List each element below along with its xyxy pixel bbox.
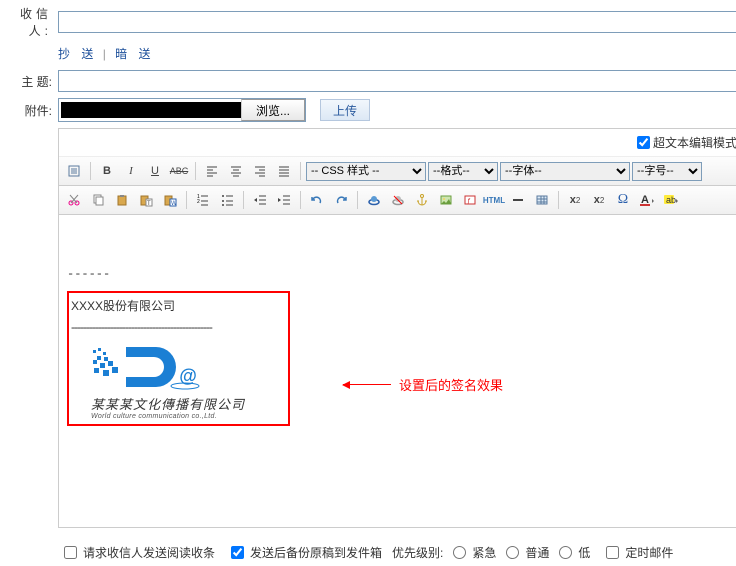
outdent-icon[interactable] <box>249 189 271 211</box>
table-icon[interactable] <box>531 189 553 211</box>
font-color-icon[interactable]: A <box>636 189 658 211</box>
paste-text-icon[interactable]: T <box>135 189 157 211</box>
strike-icon[interactable]: ABC <box>168 160 190 182</box>
priority-normal-radio[interactable] <box>506 546 519 559</box>
backup-checkbox[interactable] <box>231 546 244 559</box>
symbol-icon[interactable]: Ω <box>612 189 634 211</box>
upload-button[interactable]: 上传 <box>320 99 370 121</box>
bold-icon[interactable]: B <box>96 160 118 182</box>
align-justify-icon[interactable] <box>273 160 295 182</box>
source-icon[interactable] <box>63 160 85 182</box>
browse-button[interactable]: 浏览... <box>241 99 305 121</box>
align-right-icon[interactable] <box>249 160 271 182</box>
annotation-text: 设置后的签名效果 <box>399 375 503 394</box>
ordered-list-icon[interactable]: 12 <box>192 189 214 211</box>
cut-icon[interactable] <box>63 189 85 211</box>
backup-label: 发送后备份原稿到发件箱 <box>250 544 382 561</box>
svg-text:2: 2 <box>197 199 200 205</box>
subscript-icon[interactable]: x2 <box>564 189 586 211</box>
annotation-arrow: 设置后的签名效果 <box>343 375 503 394</box>
cc-bcc-links: 抄 送 | 暗 送 <box>58 45 736 62</box>
svg-text:W: W <box>171 201 177 207</box>
timed-label: 定时邮件 <box>625 544 673 561</box>
receipt-label: 请求收信人发送阅读收条 <box>83 544 215 561</box>
paste-icon[interactable] <box>111 189 133 211</box>
html-icon[interactable]: HTML <box>483 189 505 211</box>
unordered-list-icon[interactable] <box>216 189 238 211</box>
priority-normal-label: 普通 <box>525 544 549 561</box>
priority-urgent-radio[interactable] <box>453 546 466 559</box>
toolbar-row-1: B I U ABC -- CSS 样式 -- --格式-- --字体-- --字… <box>59 157 736 186</box>
editor-content[interactable]: ------ XXXX股份有限公司 ----------------------… <box>59 215 736 527</box>
svg-text:ƒ: ƒ <box>467 198 471 205</box>
redo-icon[interactable] <box>330 189 352 211</box>
superscript-icon[interactable]: x2 <box>588 189 610 211</box>
file-input[interactable]: 浏览... <box>58 98 306 122</box>
copy-icon[interactable] <box>87 189 109 211</box>
footer-options: 请求收信人发送阅读收条 发送后备份原稿到发件箱 优先级别: 紧急 普通 低 定时… <box>58 544 736 561</box>
subject-label: 主 题: <box>10 73 52 90</box>
to-label: 收信人: <box>10 5 52 39</box>
richtext-label: 超文本编辑模式 <box>653 134 736 151</box>
css-style-select[interactable]: -- CSS 样式 -- <box>306 162 426 181</box>
signature-box: XXXX股份有限公司 -----------------------------… <box>67 291 290 426</box>
underline-icon[interactable]: U <box>144 160 166 182</box>
logo-english-text: World culture communication co.,Ltd. <box>91 413 284 420</box>
paste-word-icon[interactable]: W <box>159 189 181 211</box>
attach-label: 附件: <box>10 102 52 119</box>
bcc-link[interactable]: 暗 送 <box>115 47 154 61</box>
font-select[interactable]: --字体-- <box>500 162 630 181</box>
richtext-checkbox[interactable] <box>637 136 650 149</box>
align-left-icon[interactable] <box>201 160 223 182</box>
logo-image: @ 某某某文化傳播有限公司 World culture communicatio… <box>71 338 286 422</box>
indent-icon[interactable] <box>273 189 295 211</box>
link-icon[interactable] <box>363 189 385 211</box>
undo-icon[interactable] <box>306 189 328 211</box>
cc-link[interactable]: 抄 送 <box>58 47 97 61</box>
priority-label: 优先级别: <box>392 544 443 561</box>
unlink-icon[interactable] <box>387 189 409 211</box>
size-select[interactable]: --字号-- <box>632 162 702 181</box>
signature-dashes: ----------------------------------------… <box>71 320 286 334</box>
logo-chinese-text: 某某某文化傳播有限公司 <box>91 394 284 413</box>
flash-icon[interactable]: ƒ <box>459 189 481 211</box>
svg-text:T: T <box>147 201 151 207</box>
priority-low-label: 低 <box>578 544 590 561</box>
editor: 超文本编辑模式 B I U ABC -- CSS 样式 -- --格式-- --… <box>58 128 736 528</box>
priority-urgent-label: 紧急 <box>472 544 496 561</box>
italic-icon[interactable]: I <box>120 160 142 182</box>
hr-icon[interactable] <box>507 189 529 211</box>
receipt-checkbox[interactable] <box>64 546 77 559</box>
timed-checkbox[interactable] <box>606 546 619 559</box>
image-icon[interactable] <box>435 189 457 211</box>
svg-text:ab: ab <box>666 195 676 205</box>
priority-low-radio[interactable] <box>559 546 572 559</box>
align-center-icon[interactable] <box>225 160 247 182</box>
company-name: XXXX股份有限公司 <box>71 297 286 314</box>
toolbar-row-2: T W 12 ƒ HTML x2 x2 Ω A ab <box>59 186 736 215</box>
subject-input[interactable] <box>58 70 736 92</box>
anchor-icon[interactable] <box>411 189 433 211</box>
to-input[interactable] <box>58 11 736 33</box>
bg-color-icon[interactable]: ab <box>660 189 682 211</box>
format-select[interactable]: --格式-- <box>428 162 498 181</box>
separator-text: ------ <box>67 267 736 281</box>
